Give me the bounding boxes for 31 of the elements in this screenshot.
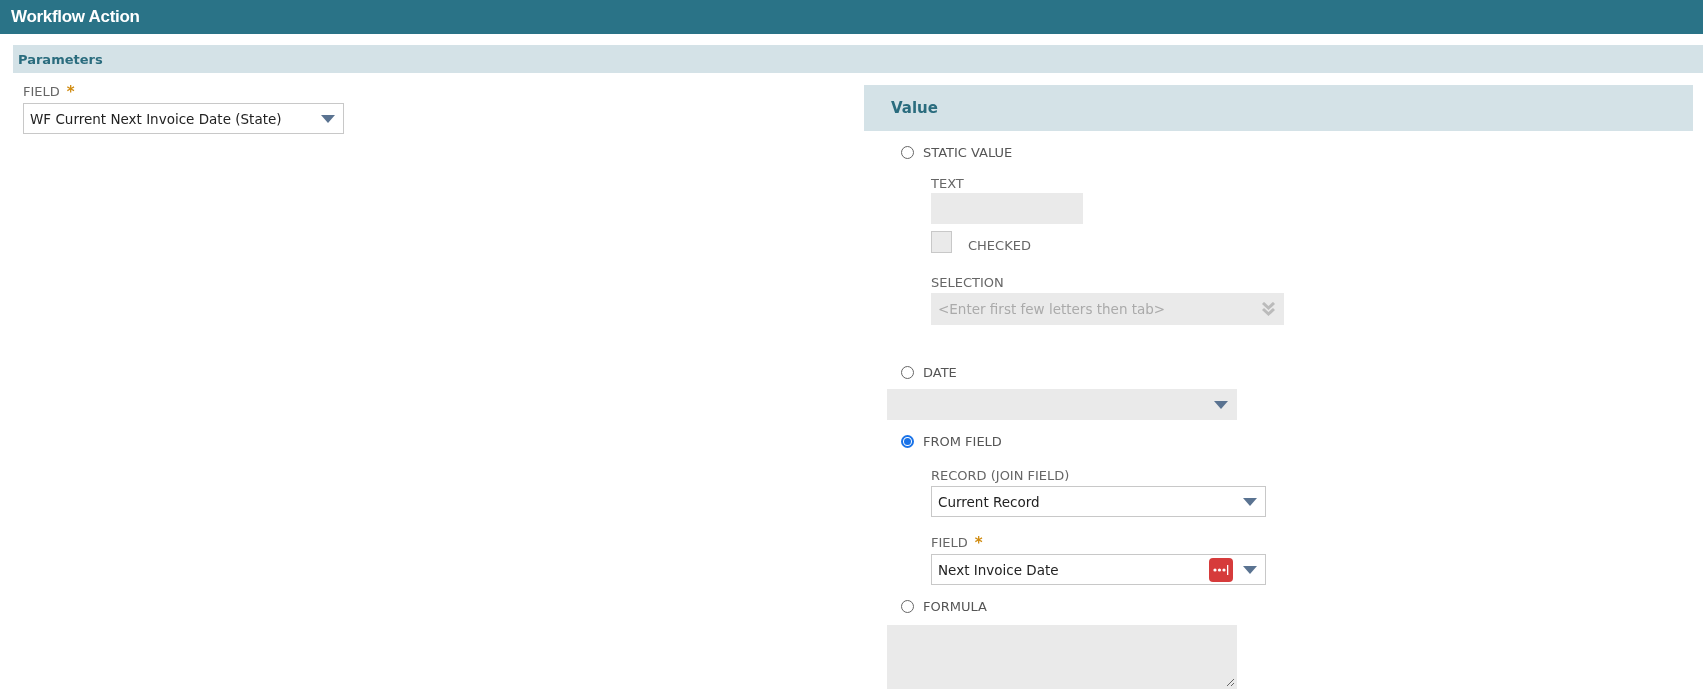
checkbox-label: CHECKED <box>968 238 1031 253</box>
caret-down-icon <box>1243 565 1257 574</box>
radio-label: DATE <box>923 364 957 380</box>
window-title: Workflow Action <box>11 7 140 27</box>
section-title: Parameters <box>18 51 103 67</box>
radio-button[interactable] <box>901 434 914 448</box>
field-label: TEXT <box>931 176 964 191</box>
required-mark: * <box>66 82 75 101</box>
record-select[interactable]: Current Record <box>931 486 1266 517</box>
field-label: RECORD (JOIN FIELD) <box>931 468 1070 483</box>
checkbox[interactable] <box>931 231 952 253</box>
double-chevron-down-icon <box>1262 302 1275 316</box>
radio-label: FROM FIELD <box>923 433 1002 449</box>
radio-button[interactable] <box>901 599 914 613</box>
radio-label: STATIC VALUE <box>923 144 1013 160</box>
field-select[interactable]: Next Invoice Date <box>931 554 1266 585</box>
formula-field[interactable] <box>887 625 1237 689</box>
panel-title: Value <box>891 99 938 117</box>
field-select[interactable]: WF Current Next Invoice Date (State) <box>23 103 344 134</box>
field-label: SELECTION <box>931 275 1004 290</box>
radio-button[interactable] <box>901 145 914 159</box>
caret-down-icon <box>1243 497 1257 506</box>
ellipsis-icon[interactable] <box>1209 557 1233 582</box>
caret-down-icon <box>321 114 335 123</box>
radio-button[interactable] <box>901 365 914 379</box>
radio-label: FORMULA <box>923 598 987 614</box>
field-label: FIELD <box>23 84 60 99</box>
field-label: FIELD <box>931 535 968 550</box>
caret-down-icon <box>1214 400 1228 409</box>
required-mark: * <box>974 533 983 552</box>
resize-grip-icon[interactable] <box>1225 677 1235 687</box>
